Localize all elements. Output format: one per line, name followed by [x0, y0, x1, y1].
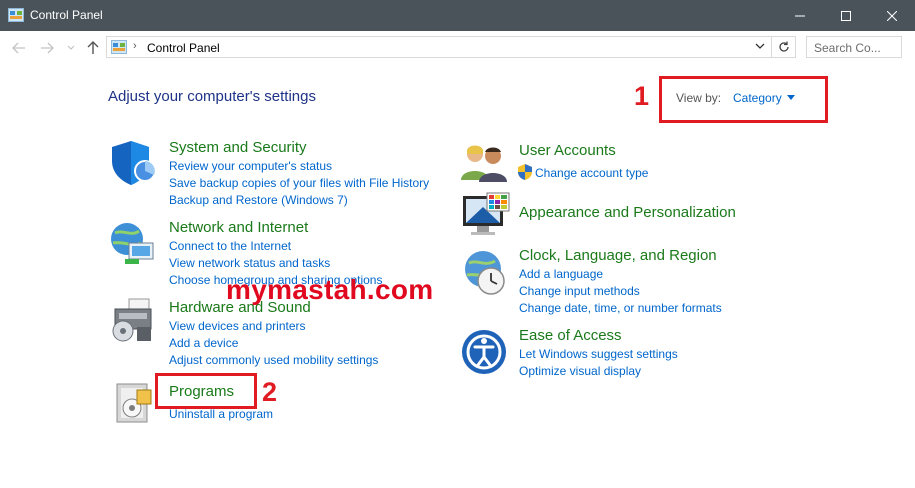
mobility-settings-link[interactable]: Adjust commonly used mobility settings [169, 353, 378, 367]
change-account-type-link[interactable]: Change account type [535, 166, 648, 180]
arrow-up-icon [87, 41, 99, 54]
add-language-link[interactable]: Add a language [519, 267, 603, 281]
refresh-icon [778, 41, 789, 52]
add-device-link[interactable]: Add a device [169, 336, 238, 350]
review-status-link[interactable]: Review your computer's status [169, 159, 332, 173]
arrow-right-icon [41, 42, 54, 54]
appearance-and-personalization-link[interactable]: Appearance and Personalization [519, 204, 736, 221]
windows-suggest-settings-link[interactable]: Let Windows suggest settings [519, 347, 678, 361]
watermark-text: mymastah.com [226, 274, 434, 305]
back-button[interactable] [10, 39, 28, 57]
programs-icon [116, 383, 152, 423]
maximize-icon [841, 10, 851, 21]
close-icon [887, 10, 897, 21]
devices-printers-link[interactable]: View devices and printers [169, 319, 306, 333]
forward-button[interactable] [38, 39, 56, 57]
ease-of-access-link[interactable]: Ease of Access [519, 327, 622, 344]
close-button[interactable] [869, 0, 915, 31]
annotation-box-view-by [659, 76, 828, 123]
annotation-box-programs [155, 373, 257, 409]
shield-icon [112, 141, 156, 185]
printer-icon [112, 298, 152, 342]
control-panel-icon [111, 40, 127, 54]
system-and-security-link[interactable]: System and Security [169, 139, 307, 156]
recent-locations-button[interactable] [62, 39, 80, 57]
annotation-number-2: 2 [262, 377, 278, 407]
user-accounts-icon [461, 145, 507, 182]
minimize-button[interactable] [777, 0, 823, 31]
refresh-button[interactable] [772, 36, 796, 58]
breadcrumb[interactable]: Control Panel [147, 41, 220, 55]
up-button[interactable] [84, 39, 102, 57]
annotation-number-1: 1 [634, 81, 650, 111]
control-panel-icon [8, 8, 24, 22]
optimize-visual-display-link[interactable]: Optimize visual display [519, 364, 641, 378]
maximize-button[interactable] [823, 0, 869, 31]
change-input-methods-link[interactable]: Change input methods [519, 284, 640, 298]
chevron-down-icon [67, 45, 75, 50]
uac-shield-icon [518, 164, 532, 180]
page-title: Adjust your computer's settings [108, 88, 316, 105]
backup-restore-link[interactable]: Backup and Restore (Windows 7) [169, 193, 348, 207]
network-status-link[interactable]: View network status and tasks [169, 256, 330, 270]
window-title: Control Panel [30, 8, 103, 22]
chevron-down-icon[interactable] [755, 42, 765, 50]
arrow-left-icon [12, 42, 25, 54]
address-box[interactable]: › Control Panel [106, 36, 772, 58]
breadcrumb-chevron-icon: › [133, 40, 137, 52]
appearance-monitor-icon [463, 192, 510, 235]
date-time-formats-link[interactable]: Change date, time, or number formats [519, 301, 722, 315]
clock-language-region-link[interactable]: Clock, Language, and Region [519, 247, 717, 264]
ease-of-access-icon [462, 330, 506, 374]
minimize-icon [795, 15, 805, 16]
user-accounts-link[interactable]: User Accounts [519, 142, 616, 159]
title-bar: Control Panel [0, 0, 915, 31]
uninstall-program-link[interactable]: Uninstall a program [169, 407, 273, 421]
search-input[interactable]: Search Co... [806, 36, 902, 58]
clock-globe-icon [465, 251, 505, 295]
connect-internet-link[interactable]: Connect to the Internet [169, 239, 291, 253]
network-globe-icon [111, 223, 154, 264]
network-and-internet-link[interactable]: Network and Internet [169, 219, 308, 236]
file-history-link[interactable]: Save backup copies of your files with Fi… [169, 176, 429, 190]
